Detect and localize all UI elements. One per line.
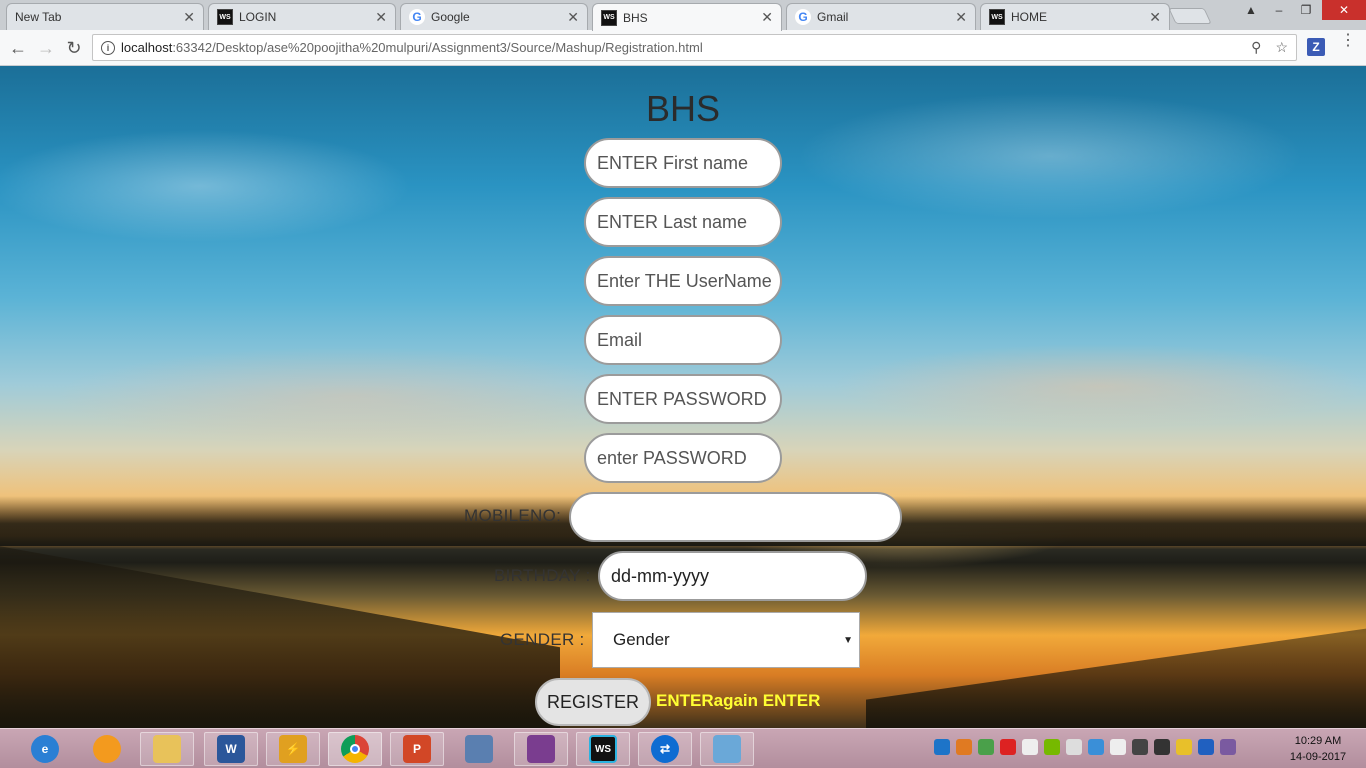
tab-label: Gmail bbox=[817, 10, 849, 24]
file-explorer-icon[interactable] bbox=[140, 732, 194, 766]
tab-label: LOGIN bbox=[239, 10, 277, 24]
tab-google[interactable]: G Google ✕ bbox=[400, 3, 588, 30]
page-title: BHS bbox=[645, 88, 721, 129]
notifications-icon[interactable] bbox=[1220, 739, 1236, 755]
register-button[interactable]: REGISTER bbox=[535, 678, 651, 726]
google-icon: G bbox=[409, 9, 425, 25]
gender-select[interactable]: Gender ▼ bbox=[592, 612, 860, 668]
flag-icon[interactable] bbox=[1022, 739, 1038, 755]
webstorm-icon: WS bbox=[989, 9, 1005, 25]
window-close-icon[interactable]: ✕ bbox=[1322, 0, 1366, 20]
webstorm-icon[interactable]: WS bbox=[576, 732, 630, 766]
winrar-icon[interactable] bbox=[514, 732, 568, 766]
power-icon[interactable] bbox=[1176, 739, 1192, 755]
first-name-input[interactable] bbox=[584, 138, 782, 188]
tab-bhs[interactable]: WS BHS ✕ bbox=[592, 3, 782, 31]
battery-icon[interactable] bbox=[1154, 739, 1170, 755]
key-icon[interactable]: ⚲ bbox=[1251, 39, 1261, 56]
close-icon[interactable]: ✕ bbox=[375, 9, 387, 26]
windows-taskbar: e W ⚡ P WS ⇄ 10:29 AM 14-09-2017 bbox=[0, 728, 1366, 768]
tab-strip: New Tab ✕ WS LOGIN ✕ G Google ✕ WS BHS ✕… bbox=[0, 0, 1366, 31]
menu-icon[interactable]: ⋮ bbox=[1340, 33, 1356, 49]
system-tray bbox=[934, 739, 1236, 755]
google-icon: G bbox=[795, 9, 811, 25]
tab-label: Google bbox=[431, 10, 470, 24]
close-icon[interactable]: ✕ bbox=[761, 9, 773, 26]
reload-icon[interactable]: ↻ bbox=[62, 36, 86, 60]
mobile-input[interactable] bbox=[569, 492, 902, 542]
nvidia-icon[interactable] bbox=[1044, 739, 1060, 755]
tab-label: BHS bbox=[623, 10, 648, 25]
chrome-icon[interactable] bbox=[328, 732, 382, 766]
minimize-icon[interactable]: – bbox=[1266, 0, 1292, 20]
tab-home[interactable]: WS HOME ✕ bbox=[980, 3, 1170, 30]
close-icon[interactable]: ✕ bbox=[567, 9, 579, 26]
username-input[interactable] bbox=[584, 256, 782, 306]
url-path: :63342/Desktop/ase%20poojitha%20mulpuri/… bbox=[172, 40, 703, 55]
clock-date: 14-09-2017 bbox=[1289, 751, 1347, 763]
start-orb-icon[interactable] bbox=[80, 732, 134, 766]
teamviewer-tray-icon[interactable] bbox=[934, 739, 950, 755]
browser-toolbar: ← → ↻ i localhost:63342/Desktop/ase%20po… bbox=[0, 30, 1366, 66]
back-icon[interactable]: ← bbox=[6, 36, 30, 60]
user-icon[interactable]: ▲ bbox=[1240, 0, 1262, 20]
confirm-password-input[interactable] bbox=[584, 433, 782, 483]
restore-icon[interactable]: ❐ bbox=[1292, 0, 1320, 20]
webstorm-icon: WS bbox=[601, 9, 617, 26]
winamp-icon[interactable]: ⚡ bbox=[266, 732, 320, 766]
close-icon[interactable]: ✕ bbox=[955, 9, 967, 26]
tray-app-icon[interactable] bbox=[956, 739, 972, 755]
internet-explorer-icon[interactable]: e bbox=[18, 732, 72, 766]
close-icon[interactable]: ✕ bbox=[183, 9, 195, 26]
extension-icon[interactable]: Z bbox=[1307, 38, 1325, 56]
caret-down-icon: ▼ bbox=[843, 635, 853, 646]
security-icon[interactable] bbox=[978, 739, 994, 755]
birthday-input[interactable] bbox=[598, 551, 867, 601]
tab-new-tab[interactable]: New Tab ✕ bbox=[6, 3, 204, 30]
close-icon[interactable]: ✕ bbox=[1149, 9, 1161, 26]
clock-time: 10:29 AM bbox=[1294, 735, 1342, 747]
new-tab-button[interactable] bbox=[1168, 8, 1212, 24]
info-icon[interactable]: i bbox=[101, 40, 115, 55]
antivirus-icon[interactable] bbox=[1000, 739, 1016, 755]
gender-selected-value: Gender bbox=[613, 630, 670, 649]
teamviewer-icon[interactable]: ⇄ bbox=[638, 732, 692, 766]
mobile-label: MOBILENO: bbox=[464, 506, 562, 525]
webstorm-icon: WS bbox=[217, 9, 233, 25]
address-bar[interactable]: i localhost:63342/Desktop/ase%20poojitha… bbox=[92, 34, 1297, 61]
tab-label: New Tab bbox=[15, 10, 62, 24]
forward-icon[interactable]: → bbox=[34, 36, 58, 60]
photo-viewer-icon[interactable] bbox=[700, 732, 754, 766]
network-tray-icon[interactable] bbox=[1110, 739, 1126, 755]
email-input[interactable] bbox=[584, 315, 782, 365]
word-icon[interactable]: W bbox=[204, 732, 258, 766]
password-input[interactable] bbox=[584, 374, 782, 424]
signal-icon[interactable] bbox=[1132, 739, 1148, 755]
display-icon[interactable] bbox=[1088, 739, 1104, 755]
url-host: localhost bbox=[121, 40, 173, 55]
tab-label: HOME bbox=[1011, 10, 1047, 24]
star-icon[interactable]: ☆ bbox=[1275, 39, 1288, 56]
birthday-label: BIRTHDAY : bbox=[494, 566, 591, 585]
page-viewport: BHS MOBILENO: BIRTHDAY : GENDER : Gender… bbox=[0, 66, 1366, 728]
gender-label: GENDER : bbox=[500, 630, 585, 649]
volume-icon[interactable] bbox=[1066, 739, 1082, 755]
network-icon[interactable] bbox=[452, 732, 506, 766]
powerpoint-icon[interactable]: P bbox=[390, 732, 444, 766]
tab-gmail[interactable]: G Gmail ✕ bbox=[786, 3, 976, 30]
bluetooth-icon[interactable] bbox=[1198, 739, 1214, 755]
status-message: ENTERagain ENTER bbox=[656, 691, 821, 710]
taskbar-clock[interactable]: 10:29 AM 14-09-2017 bbox=[1278, 733, 1358, 765]
last-name-input[interactable] bbox=[584, 197, 782, 247]
tab-login[interactable]: WS LOGIN ✕ bbox=[208, 3, 396, 30]
